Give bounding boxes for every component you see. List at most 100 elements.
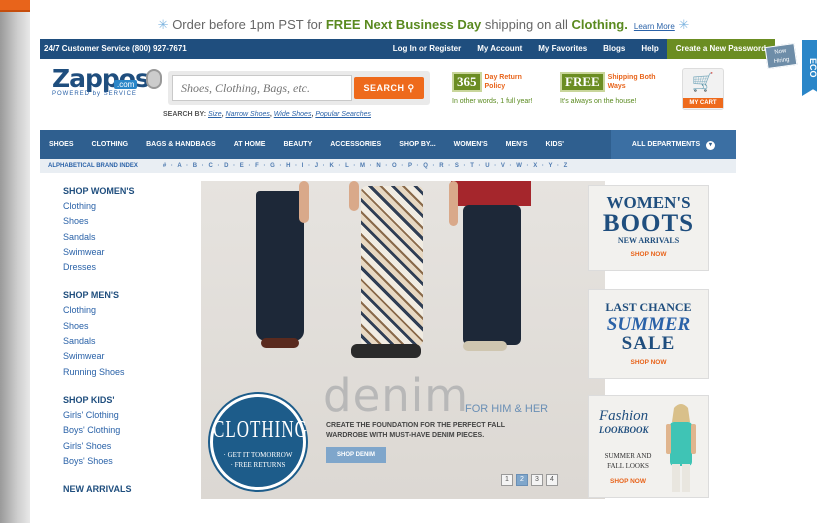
sidebar-item-girls-shoes[interactable]: Girls' Shoes xyxy=(63,441,193,456)
help-link[interactable]: Help xyxy=(633,39,666,59)
shop-denim-button[interactable]: SHOP DENIM xyxy=(326,447,386,463)
sidebar-item-men-shoes[interactable]: Shoes xyxy=(63,321,193,336)
hero-headline: denim xyxy=(323,369,470,422)
model-middle-pants xyxy=(361,186,423,346)
return-policy[interactable]: 365 Day Return Policy In other words, 1 f… xyxy=(452,72,537,105)
promo-bar[interactable]: ✳ Order before 1pm PST for FREE Next Bus… xyxy=(30,12,817,38)
my-account-link[interactable]: My Account xyxy=(469,39,530,59)
boots-shop-now[interactable]: SHOP NOW xyxy=(589,251,708,258)
sidebar-heading-women[interactable]: SHOP WOMEN'S xyxy=(63,186,193,196)
sidebar-item-men-running[interactable]: Running Shoes xyxy=(63,367,193,382)
left-shadow xyxy=(0,0,30,523)
promo-middle: shipping on all xyxy=(481,17,572,32)
promo-clothing: Clothing. xyxy=(571,17,628,32)
my-favorites-link[interactable]: My Favorites xyxy=(530,39,595,59)
clothing-badge-line2: · FREE RETURNS xyxy=(230,461,286,469)
model-right-shirt xyxy=(451,181,531,206)
lookbook-line3: SUMMER AND FALL LOOKS xyxy=(604,452,652,470)
nav-accessories[interactable]: ACCESSORIES xyxy=(321,141,390,148)
summer-line2: SUMMER xyxy=(606,314,691,335)
blogs-link[interactable]: Blogs xyxy=(595,39,633,59)
model-right-shoe xyxy=(463,341,507,351)
sparkle-icon: ✳ xyxy=(157,17,173,32)
sidebar-item-women-sandals[interactable]: Sandals xyxy=(63,232,193,247)
return-policy-head: Day Return Policy xyxy=(484,74,522,90)
all-departments-label: ALL DEPARTMENTS xyxy=(631,141,701,148)
pager-page-4[interactable]: 4 xyxy=(546,474,558,486)
learn-more-link[interactable]: Learn More xyxy=(634,22,675,31)
pager-page-3[interactable]: 3 xyxy=(531,474,543,486)
sidebar-item-women-shoes[interactable]: Shoes xyxy=(63,216,193,231)
search-button-label: SEARCH xyxy=(363,82,405,93)
sidebar-item-women-clothing[interactable]: Clothing xyxy=(63,201,193,216)
brand-index-label[interactable]: ALPHABETICAL BRAND INDEX xyxy=(40,159,138,173)
sidebar-heading-kids[interactable]: SHOP KIDS' xyxy=(63,395,193,405)
nav-womens[interactable]: WOMEN'S xyxy=(445,141,497,148)
my-cart-button[interactable]: 🛒 MY CART xyxy=(682,68,724,110)
page: ✳ Order before 1pm PST for FREE Next Bus… xyxy=(30,0,817,523)
sidebar-item-girls-clothing[interactable]: Girls' Clothing xyxy=(63,410,193,425)
brand-index-letters[interactable]: # · A · B · C · D · E · F · G · H · I · … xyxy=(163,159,568,173)
customer-service-phone: 24/7 Customer Service (800) 927-7671 xyxy=(44,44,187,53)
lookbook-model-image xyxy=(666,404,696,492)
now-hiring-badge[interactable]: Now Hiring xyxy=(764,43,798,69)
search-by-size[interactable]: Size xyxy=(208,111,222,118)
search-by-label: SEARCH BY: xyxy=(163,111,207,118)
nav-beauty[interactable]: BEAUTY xyxy=(274,141,321,148)
sidebar-item-boys-clothing[interactable]: Boys' Clothing xyxy=(63,425,193,440)
all-departments-button[interactable]: ALL DEPARTMENTS ▾ xyxy=(611,130,736,159)
shipping-policy-head: Shipping Both Ways xyxy=(607,74,656,90)
shipping-policy-badge: FREE xyxy=(560,72,605,92)
lookbook-shop-now[interactable]: SHOP NOW xyxy=(597,478,659,485)
search-button[interactable]: SEARCH ⚲ xyxy=(354,77,424,99)
create-password-link[interactable]: Create a New Password xyxy=(666,39,775,59)
model-right-arm xyxy=(449,181,458,226)
sidebar-item-men-clothing[interactable]: Clothing xyxy=(63,305,193,320)
pager-page-2[interactable]: 2 xyxy=(516,474,528,486)
sidebar-item-women-dresses[interactable]: Dresses xyxy=(63,262,193,277)
nav-kids[interactable]: KIDS' xyxy=(537,141,573,148)
hero-pager: 1 2 3 4 xyxy=(501,474,558,486)
nav-shop-by[interactable]: SHOP BY... xyxy=(390,141,444,148)
eco-ribbon[interactable]: ECO xyxy=(802,40,817,96)
search-by-wide[interactable]: Wide Shoes xyxy=(274,111,312,118)
promo-highlight: FREE Next Business Day xyxy=(325,17,482,32)
nav-shoes[interactable]: SHOES xyxy=(40,141,83,148)
search-box: SEARCH ⚲ xyxy=(168,71,430,105)
search-by-narrow[interactable]: Narrow Shoes xyxy=(226,111,270,118)
promo-card-summer-sale[interactable]: LAST CHANCE SUMMER SALE SHOP NOW xyxy=(588,289,709,379)
boots-line2: BOOTS xyxy=(602,210,695,237)
hero-banner[interactable]: CLOTHING · GET IT TOMORROW · FREE RETURN… xyxy=(201,181,605,499)
summer-shop-now[interactable]: SHOP NOW xyxy=(589,359,708,366)
lookbook-line1: Fashion xyxy=(599,408,649,424)
promo-card-womens-boots[interactable]: WOMEN'S BOOTS NEW ARRIVALS SHOP NOW xyxy=(588,185,709,271)
zappos-logo[interactable]: Zappos .com POWERED by SERVICE xyxy=(52,64,167,108)
sidebar: SHOP WOMEN'S Clothing Shoes Sandals Swim… xyxy=(63,186,193,499)
chevron-down-icon: ▾ xyxy=(706,141,716,150)
model-left-arm xyxy=(299,181,309,223)
hero-copy-line1: CREATE THE FOUNDATION FOR THE PERFECT FA… xyxy=(326,422,506,429)
sidebar-item-men-sandals[interactable]: Sandals xyxy=(63,336,193,351)
model-right-legs xyxy=(463,205,521,345)
nav-at-home[interactable]: AT HOME xyxy=(225,141,275,148)
clothing-badge[interactable]: CLOTHING · GET IT TOMORROW · FREE RETURN… xyxy=(210,394,307,490)
sidebar-item-boys-shoes[interactable]: Boys' Shoes xyxy=(63,456,193,471)
sidebar-item-men-swimwear[interactable]: Swimwear xyxy=(63,351,193,366)
sidebar-heading-men[interactable]: SHOP MEN'S xyxy=(63,290,193,300)
logo-dotcom: .com xyxy=(114,80,138,89)
nav-mens[interactable]: MEN'S xyxy=(497,141,537,148)
nav-bags[interactable]: BAGS & HANDBAGS xyxy=(137,141,225,148)
shipping-policy[interactable]: FREE Shipping Both Ways It's always on th… xyxy=(560,72,660,105)
search-input[interactable] xyxy=(172,75,352,101)
nav-clothing[interactable]: CLOTHING xyxy=(83,141,138,148)
logo-tagline: POWERED by SERVICE xyxy=(52,91,137,97)
promo-card-lookbook[interactable]: Fashion LOOKBOOK SUMMER AND FALL LOOKS S… xyxy=(588,395,709,498)
login-link[interactable]: Log In or Register xyxy=(385,39,469,59)
sidebar-heading-new-arrivals[interactable]: NEW ARRIVALS xyxy=(63,484,193,494)
cart-label: MY CART xyxy=(683,98,723,108)
search-by-popular[interactable]: Popular Searches xyxy=(315,111,371,118)
summer-line1: LAST CHANCE xyxy=(605,300,692,314)
logo-swirl-icon xyxy=(146,69,162,89)
pager-page-1[interactable]: 1 xyxy=(501,474,513,486)
sidebar-item-women-swimwear[interactable]: Swimwear xyxy=(63,247,193,262)
